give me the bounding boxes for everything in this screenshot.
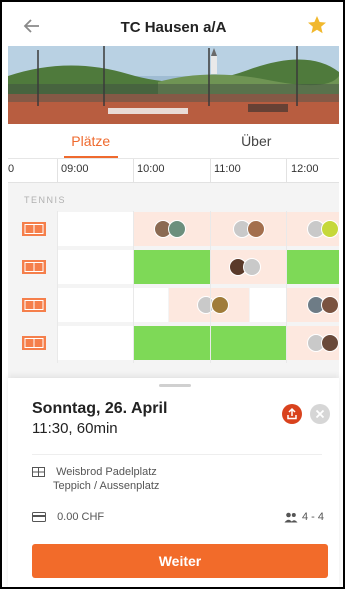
share-button[interactable] — [282, 404, 302, 424]
time-tick: 10:00 — [137, 163, 165, 175]
slot-free[interactable] — [287, 250, 339, 284]
tab-plaetze[interactable]: Plätze — [8, 124, 174, 158]
header-bar: TC Hausen a/A — [8, 8, 339, 46]
drag-handle[interactable] — [159, 384, 191, 387]
close-button[interactable] — [310, 404, 330, 424]
favorite-button[interactable] — [307, 15, 329, 37]
grid-line — [133, 211, 134, 363]
app-frame: TC Hausen a/A Plätze Über 0 09:00 10:00 … — [0, 0, 345, 589]
court-grid-icon — [32, 467, 45, 478]
booking-time: 11:30, 60min — [32, 420, 118, 437]
slot-open[interactable] — [58, 212, 133, 246]
page-title: TC Hausen a/A — [120, 18, 227, 36]
club-hero-image — [8, 46, 339, 124]
time-tick: 09:00 — [61, 163, 89, 175]
tennis-court-icon — [22, 298, 46, 312]
price: 0.00 CHF — [57, 511, 105, 523]
slot-booked[interactable] — [211, 212, 286, 246]
time-tick: 0 — [8, 163, 15, 175]
slot-booked[interactable] — [287, 326, 339, 360]
slot-booked[interactable] — [169, 288, 249, 322]
avatar — [247, 220, 265, 238]
time-divider — [57, 159, 58, 183]
avatar — [321, 334, 339, 352]
share-icon — [287, 407, 297, 420]
slot-booked[interactable] — [211, 250, 286, 284]
slot-booked[interactable] — [287, 212, 339, 246]
players-range: 4 - 4 — [302, 511, 325, 523]
time-tick: 12:00 — [291, 163, 319, 175]
avatar — [211, 296, 229, 314]
court-info: Weisbrod Padelplatz — [32, 466, 157, 478]
time-divider — [210, 159, 211, 183]
avatar — [243, 258, 261, 276]
star-icon — [308, 16, 326, 34]
tab-ueber[interactable]: Über — [174, 124, 340, 158]
tennis-court-icon — [22, 222, 46, 236]
player-count: 4 - 4 — [284, 511, 324, 523]
time-divider — [286, 159, 287, 183]
slot-open[interactable] — [58, 326, 133, 360]
section-label: TENNIS — [24, 195, 67, 205]
arrow-left-icon — [23, 19, 39, 33]
tennis-court-icon — [22, 260, 46, 274]
slot-open[interactable] — [58, 250, 133, 284]
credit-card-icon — [32, 512, 46, 523]
price-info: 0.00 CHF — [32, 511, 104, 523]
tennis-court-icon — [22, 336, 46, 350]
booking-date: Sonntag, 26. April — [32, 400, 168, 417]
booking-sheet: Sonntag, 26. April 11:30, 60min Weisbrod… — [8, 378, 339, 587]
slot-open[interactable] — [58, 288, 168, 322]
avatar — [321, 220, 339, 238]
time-tick: 11:00 — [214, 163, 241, 175]
grid-line — [286, 211, 287, 363]
slot-booked[interactable] — [134, 212, 210, 246]
divider — [32, 454, 322, 455]
avatar — [168, 220, 186, 238]
close-icon — [315, 409, 325, 419]
avatar — [321, 296, 339, 314]
slot-free[interactable] — [134, 250, 210, 284]
slot-booked[interactable] — [287, 288, 339, 322]
grid-line — [210, 211, 211, 363]
back-button[interactable] — [22, 16, 46, 38]
slot-open[interactable] — [250, 288, 286, 322]
time-divider — [133, 159, 134, 183]
tab-bar: Plätze Über — [8, 124, 339, 158]
time-axis[interactable]: 0 09:00 10:00 11:00 12:00 — [8, 159, 339, 183]
continue-button[interactable]: Weiter — [32, 544, 328, 578]
court-surface: Teppich / Aussenplatz — [53, 480, 160, 492]
grid-line — [57, 211, 58, 363]
players-icon — [284, 512, 298, 522]
court-name: Weisbrod Padelplatz — [56, 466, 157, 478]
court-schedule-grid: TENNIS — [8, 183, 339, 383]
